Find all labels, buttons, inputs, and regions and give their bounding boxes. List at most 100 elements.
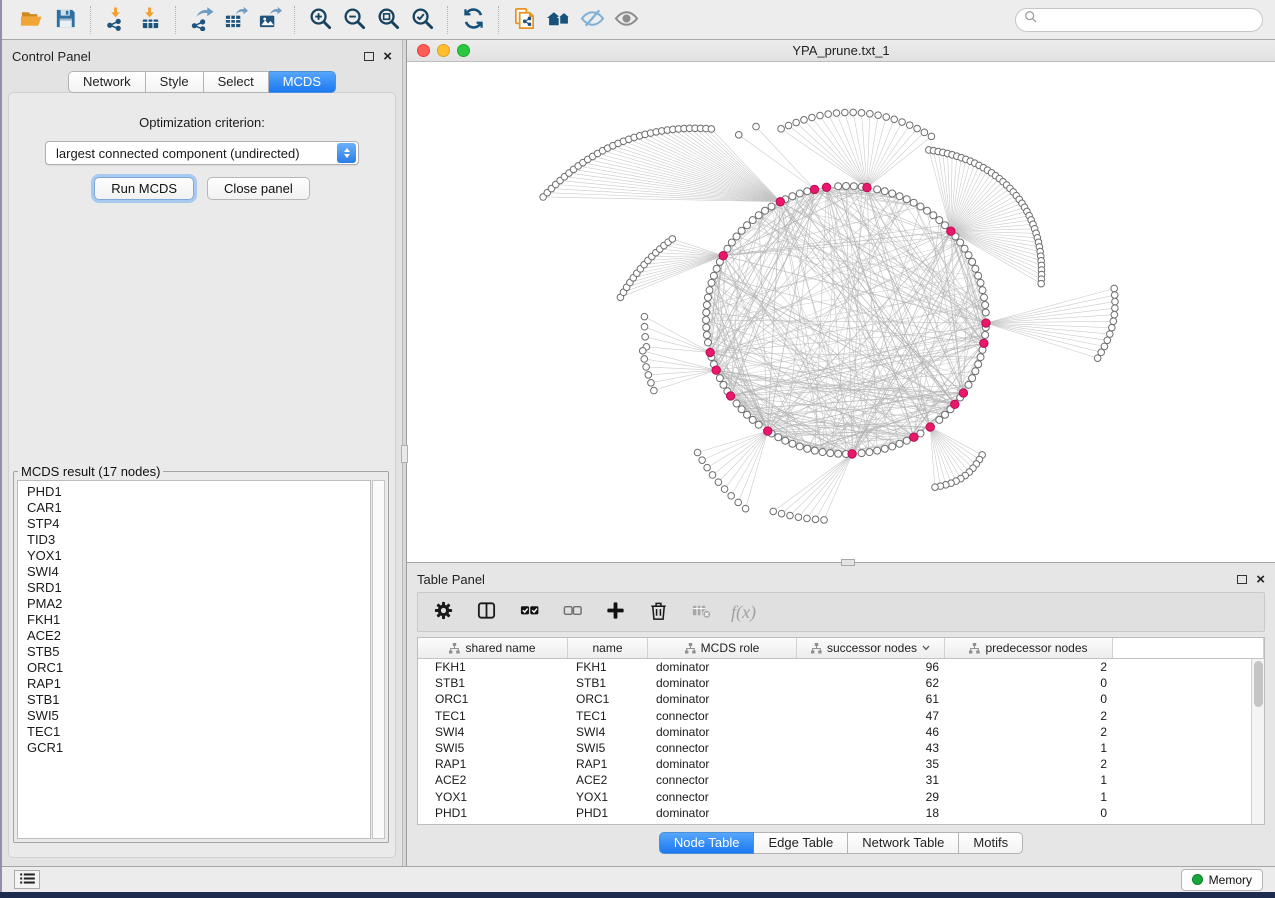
column-header-name[interactable]: name: [568, 638, 648, 658]
duplicate-network-button[interactable]: [507, 4, 541, 36]
close-panel-icon[interactable]: ×: [383, 52, 392, 62]
export-table-button[interactable]: [218, 4, 252, 36]
table-row[interactable]: FKH1FKH1dominator962: [418, 659, 1264, 675]
settings-gear-button[interactable]: [430, 599, 456, 625]
table-cell: 47: [797, 708, 945, 724]
mcds-result-item[interactable]: SWI4: [27, 564, 370, 580]
add-column-button[interactable]: [602, 599, 628, 625]
network-title: YPA_prune.txt_1: [792, 43, 889, 58]
zoom-out-button[interactable]: [337, 4, 371, 36]
tab-style[interactable]: Style: [146, 71, 204, 93]
float-table-panel-icon[interactable]: [1237, 575, 1247, 584]
splitter-grip[interactable]: [401, 445, 408, 463]
column-header-mcds-role[interactable]: MCDS role: [648, 638, 797, 658]
close-table-panel-icon[interactable]: ×: [1256, 575, 1265, 585]
close-window-icon[interactable]: [417, 44, 430, 57]
delete-column-button[interactable]: [645, 599, 671, 625]
column-header-predecessor-nodes[interactable]: predecessor nodes: [945, 638, 1113, 658]
column-header-successor-nodes[interactable]: successor nodes: [797, 638, 945, 658]
save-session-button[interactable]: [48, 4, 82, 36]
table-row[interactable]: PHD1PHD1dominator180: [418, 805, 1264, 821]
table-row[interactable]: ACE2ACE2connector311: [418, 772, 1264, 788]
hide-selected-button[interactable]: [575, 4, 609, 36]
open-file-button[interactable]: [14, 4, 48, 36]
mcds-result-item[interactable]: GCR1: [27, 740, 370, 756]
result-list-scrollbar[interactable]: [372, 480, 385, 839]
table-cell: 0: [945, 805, 1113, 821]
task-history-button[interactable]: [14, 870, 40, 889]
float-panel-icon[interactable]: [364, 52, 374, 61]
list-icon: [20, 872, 35, 887]
select-all-button[interactable]: [516, 599, 542, 625]
tab-network-table[interactable]: Network Table: [848, 832, 959, 854]
mcds-result-item[interactable]: SWI5: [27, 708, 370, 724]
table-row[interactable]: RAP1RAP1dominator352: [418, 756, 1264, 772]
export-image-button[interactable]: [252, 4, 286, 36]
zoom-in-button[interactable]: [303, 4, 337, 36]
table-cell: connector: [648, 740, 797, 756]
mcds-result-item[interactable]: RAP1: [27, 676, 370, 692]
tab-select[interactable]: Select: [204, 71, 269, 93]
memory-button[interactable]: Memory: [1181, 869, 1263, 891]
function-builder-button[interactable]: f(x): [731, 599, 756, 625]
mcds-result-item[interactable]: ORC1: [27, 660, 370, 676]
column-header-shared-name[interactable]: shared name: [418, 638, 568, 658]
zoom-fit-button[interactable]: [371, 4, 405, 36]
scrollbar-thumb[interactable]: [1254, 661, 1263, 707]
zoom-selected-button[interactable]: [405, 4, 439, 36]
show-columns-button[interactable]: [473, 599, 499, 625]
mcds-result-item[interactable]: STP4: [27, 516, 370, 532]
import-network-button[interactable]: [99, 4, 133, 36]
mcds-result-item[interactable]: TEC1: [27, 724, 370, 740]
mcds-result-item[interactable]: YOX1: [27, 548, 370, 564]
table-row[interactable]: TEC1TEC1connector472: [418, 708, 1264, 724]
mcds-result-item[interactable]: PMA2: [27, 596, 370, 612]
first-neighbors-button[interactable]: [541, 4, 575, 36]
mcds-result-item[interactable]: FKH1: [27, 612, 370, 628]
network-canvas[interactable]: [407, 62, 1275, 562]
mcds-result-list[interactable]: PHD1CAR1STP4TID3YOX1SWI4SRD1PMA2FKH1ACE2…: [17, 480, 371, 839]
mcds-result-item[interactable]: SRD1: [27, 580, 370, 596]
table-cell: 1: [945, 740, 1113, 756]
mcds-result-item[interactable]: PHD1: [27, 484, 370, 500]
mcds-result-item[interactable]: ACE2: [27, 628, 370, 644]
import-table-icon: [138, 6, 163, 34]
tab-motifs[interactable]: Motifs: [959, 832, 1023, 854]
tab-network[interactable]: Network: [68, 71, 146, 93]
mcds-result-item[interactable]: STB1: [27, 692, 370, 708]
run-mcds-button[interactable]: Run MCDS: [94, 177, 194, 200]
table-row[interactable]: STB1STB1dominator620: [418, 675, 1264, 691]
gear-icon: [433, 600, 454, 624]
mcds-result-item[interactable]: CAR1: [27, 500, 370, 516]
refresh-button[interactable]: [456, 4, 490, 36]
vertical-splitter[interactable]: [402, 40, 407, 866]
horizontal-splitter-grip[interactable]: [841, 559, 855, 566]
mcds-result-item[interactable]: TID3: [27, 532, 370, 548]
tab-edge-table[interactable]: Edge Table: [754, 832, 848, 854]
export-network-button[interactable]: [184, 4, 218, 36]
import-table-button[interactable]: [133, 4, 167, 36]
mcds-result-item[interactable]: STB5: [27, 644, 370, 660]
delete-table-icon: [691, 600, 712, 624]
tab-node-table[interactable]: Node Table: [659, 832, 755, 854]
show-all-button[interactable]: [609, 4, 643, 36]
minimize-window-icon[interactable]: [437, 44, 450, 57]
table-scrollbar[interactable]: [1251, 659, 1264, 824]
delete-table-button[interactable]: [688, 599, 714, 625]
floppy-disk-icon: [53, 6, 78, 34]
plus-icon: [605, 600, 626, 624]
close-panel-button[interactable]: Close panel: [207, 177, 310, 200]
tab-mcds[interactable]: MCDS: [269, 71, 336, 93]
table-row[interactable]: YOX1YOX1connector291: [418, 789, 1264, 805]
deselect-all-button[interactable]: [559, 599, 585, 625]
search-input[interactable]: [1043, 13, 1254, 27]
table-row[interactable]: ORC1ORC1dominator610: [418, 691, 1264, 707]
table-cell: SWI5: [568, 740, 648, 756]
table-cell: FKH1: [568, 659, 648, 675]
optimization-criterion-select[interactable]: largest connected component (undirected): [45, 141, 359, 165]
table-row[interactable]: SWI5SWI5connector431: [418, 740, 1264, 756]
table-toolbar: f(x): [417, 592, 1265, 632]
duplicate-network-icon: [512, 6, 537, 34]
table-row[interactable]: SWI4SWI4dominator462: [418, 724, 1264, 740]
maximize-window-icon[interactable]: [457, 44, 470, 57]
